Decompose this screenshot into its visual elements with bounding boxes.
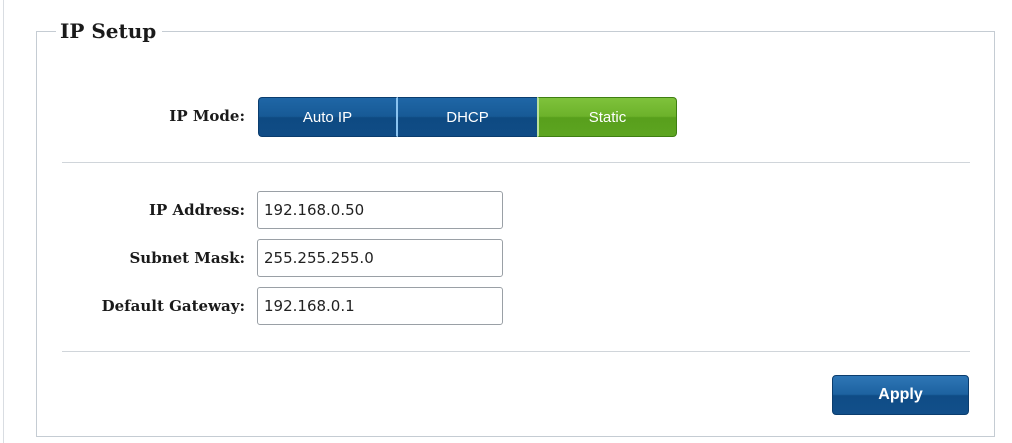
section-title: IP Setup xyxy=(56,18,163,44)
ip-mode-static-button[interactable]: Static xyxy=(537,97,677,137)
ip-mode-label: IP Mode: xyxy=(169,107,245,125)
ip-mode-segmented-control: Auto IP DHCP Static xyxy=(258,97,677,137)
left-border-line xyxy=(3,0,4,443)
default-gateway-input[interactable] xyxy=(257,287,503,325)
divider-top xyxy=(62,162,970,163)
ip-address-label: IP Address: xyxy=(148,201,245,219)
default-gateway-label: Default Gateway: xyxy=(101,297,245,315)
ip-mode-dhcp-button[interactable]: DHCP xyxy=(398,97,537,137)
subnet-mask-input[interactable] xyxy=(257,239,503,277)
ip-address-input[interactable] xyxy=(257,191,503,229)
apply-button[interactable]: Apply xyxy=(832,375,969,415)
ip-mode-auto-ip-button[interactable]: Auto IP xyxy=(258,97,398,137)
ip-setup-page: IP Setup IP Mode: Auto IP DHCP Static IP… xyxy=(0,0,1012,443)
divider-bottom xyxy=(62,351,970,352)
subnet-mask-label: Subnet Mask: xyxy=(129,249,245,267)
